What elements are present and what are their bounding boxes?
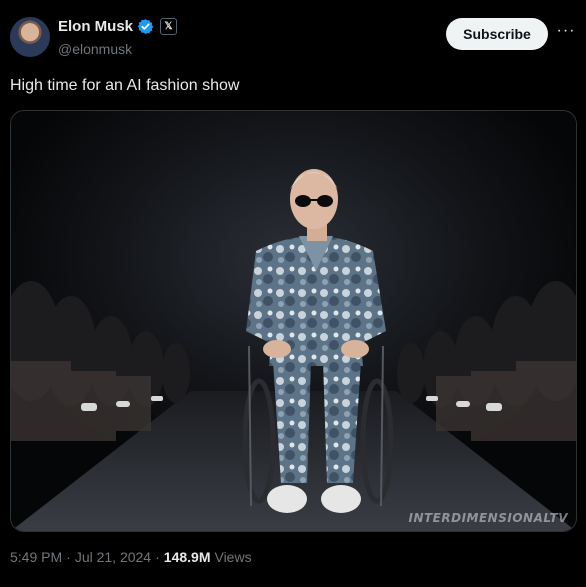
tweet-media-image[interactable]: INTERDIMENSIONALTV — [10, 110, 577, 532]
tweet-meta: 5:49 PM · Jul 21, 2024 · 148.9M Views — [10, 549, 252, 565]
media-watermark: INTERDIMENSIONALTV — [408, 511, 568, 525]
verified-badge-icon — [137, 18, 154, 35]
author-display-name[interactable]: Elon Musk — [58, 18, 133, 35]
more-options-icon[interactable]: ··· — [556, 23, 576, 44]
meta-separator: · — [66, 549, 71, 565]
views-label: Views — [214, 549, 252, 565]
x-logo-icon[interactable]: 𝕏 — [160, 18, 178, 35]
author-name-row: Elon Musk 𝕏 — [58, 18, 178, 35]
tweet-header: Elon Musk 𝕏 @elonmusk Subscribe ··· — [10, 16, 576, 62]
views-count: 148.9M — [163, 549, 211, 565]
subscribe-button[interactable]: Subscribe — [446, 18, 548, 50]
tweet-timestamp-time[interactable]: 5:49 PM — [10, 549, 62, 565]
media-illustration — [11, 111, 576, 531]
meta-separator: · — [155, 549, 160, 565]
tweet-timestamp-date[interactable]: Jul 21, 2024 — [75, 549, 151, 565]
avatar[interactable] — [10, 17, 50, 57]
author-handle[interactable]: @elonmusk — [58, 41, 132, 57]
tweet-text: High time for an AI fashion show — [10, 77, 240, 94]
